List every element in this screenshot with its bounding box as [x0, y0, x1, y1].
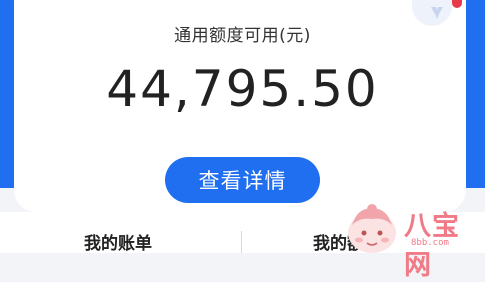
available-amount: 44,795.50 [106, 60, 379, 118]
view-details-button[interactable]: 查看详情 [165, 157, 320, 203]
baby-face-icon [348, 204, 396, 253]
watermark-url: 8bb.com [411, 238, 449, 248]
tab-divider [241, 231, 242, 253]
tab-my-bill[interactable]: 我的账单 [84, 229, 152, 254]
credit-label: 通用额度可用(元) [174, 26, 311, 46]
logo-icon [431, 7, 443, 19]
